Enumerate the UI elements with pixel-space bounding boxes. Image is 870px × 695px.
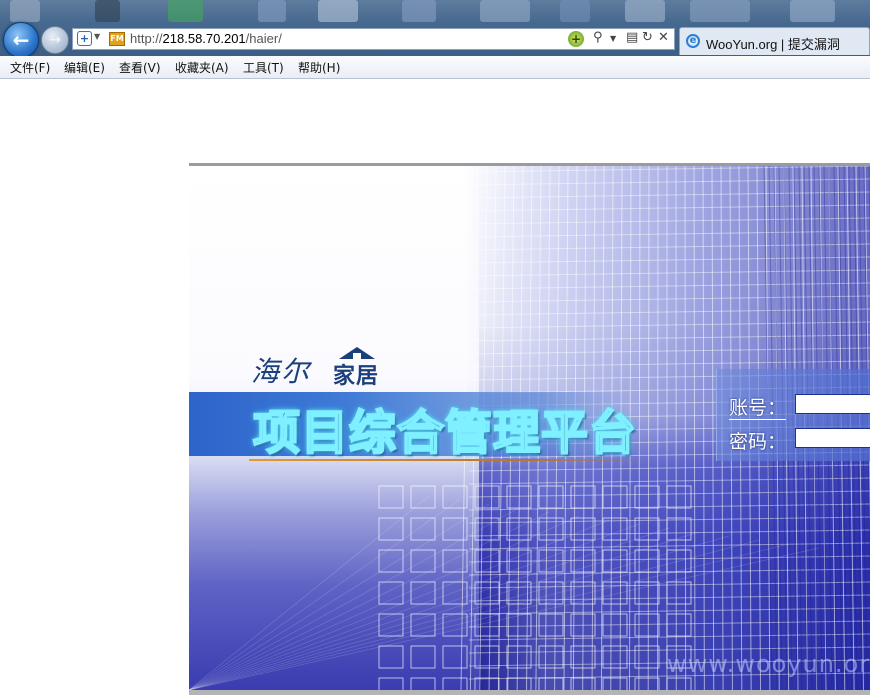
browser-toolbar: ← → + ▼ FM http://218.58.70.201/haier/ +… [0,0,870,56]
frame-border-bottom [189,690,870,695]
page-content: 海尔 家居 项目综合管理平台 账号： 密码： www.wooyun.org [0,79,870,695]
chevron-down-icon[interactable]: ▼ [94,32,100,41]
address-bar[interactable]: + ▼ FM http://218.58.70.201/haier/ + ⚲ ▼… [72,28,675,50]
page-icon[interactable]: ▤ [626,30,638,45]
login-panel: 账号： 密码： [716,369,870,461]
title-underline [249,459,649,461]
page-title: 项目综合管理平台 [252,405,637,462]
site-favicon-icon: FM [109,32,125,46]
ie-logo-icon: e [686,34,700,48]
menu-edit[interactable]: 编辑(E) [64,59,105,76]
menu-favorites[interactable]: 收藏夹(A) [175,59,229,76]
chevron-down-icon[interactable]: ▼ [610,34,616,43]
account-input[interactable] [795,394,870,414]
login-hero: 海尔 家居 项目综合管理平台 账号： 密码： www.wooyun.org [189,166,870,690]
tab-label: WooYun.org | 提交漏洞 [706,37,840,52]
logo-script: 海尔 [251,355,312,388]
search-icon[interactable]: ⚲ [593,30,603,45]
green-plus-icon[interactable]: + [568,31,584,47]
back-button[interactable]: ← [3,22,39,56]
menu-bar: 文件(F) 编辑(E) 查看(V) 收藏夹(A) 工具(T) 帮助(H) [0,56,870,79]
compatibility-view-icon[interactable]: + [77,31,92,46]
password-input[interactable] [795,428,870,448]
forward-arrow-icon: → [49,32,61,48]
menu-view[interactable]: 查看(V) [119,59,161,76]
forward-button[interactable]: → [41,26,69,54]
account-label: 账号： [729,397,787,420]
menu-file[interactable]: 文件(F) [10,59,50,76]
url-text[interactable]: http://218.58.70.201/haier/ [130,31,282,46]
close-icon[interactable]: ✕ [658,30,669,45]
menu-tools[interactable]: 工具(T) [243,59,284,76]
watermark: www.wooyun.org [667,650,870,678]
password-label: 密码： [729,431,787,453]
menu-help[interactable]: 帮助(H) [298,59,340,76]
tab-wooyun[interactable]: e WooYun.org | 提交漏洞 [679,27,870,55]
logo-brand: 家居 [333,364,380,389]
refresh-icon[interactable]: ↻ [642,30,653,45]
back-arrow-icon: ← [12,28,30,52]
